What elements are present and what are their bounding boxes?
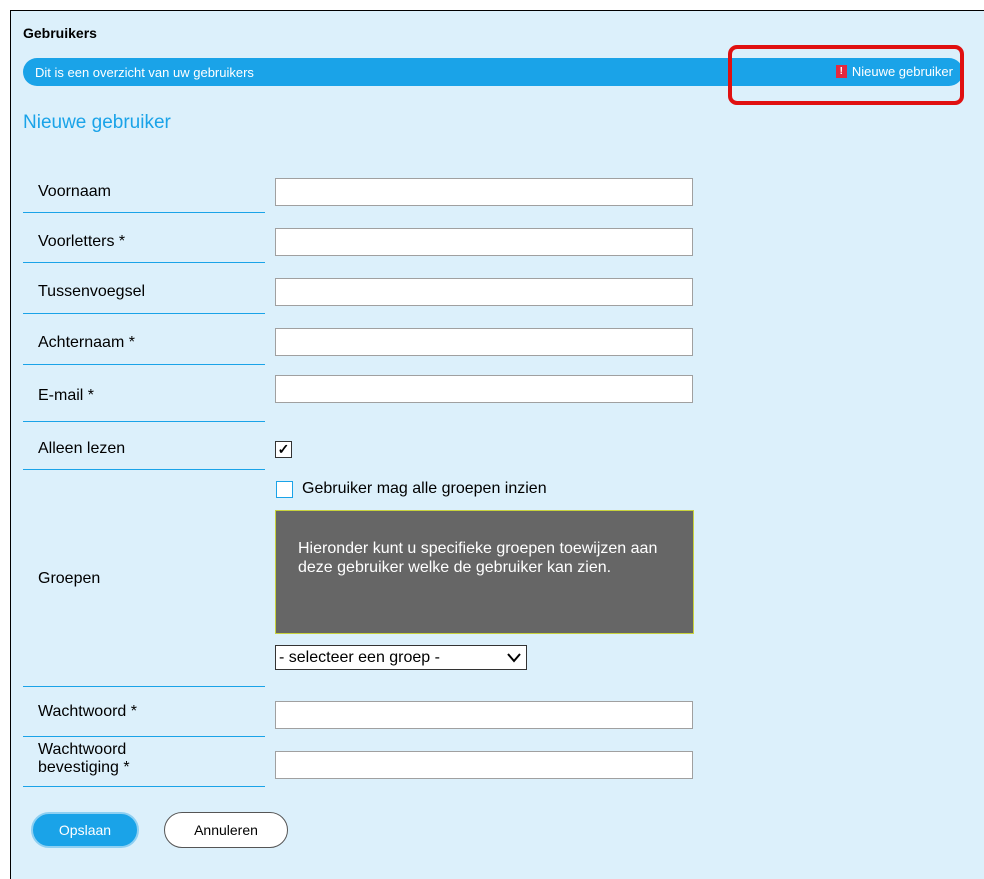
voorletters-input[interactable] <box>275 228 693 256</box>
groups-tooltip: Hieronder kunt u specifieke groepen toew… <box>275 510 694 634</box>
voornaam-input[interactable] <box>275 178 693 206</box>
page-title: Gebruikers <box>23 25 97 41</box>
email-input[interactable] <box>275 375 693 403</box>
wachtwoord-underline <box>23 736 265 737</box>
groepen-label: Groepen <box>38 570 101 587</box>
all-groups-checkbox[interactable] <box>276 481 293 498</box>
users-panel <box>10 10 984 879</box>
save-button[interactable]: Opslaan <box>31 812 139 848</box>
tussenvoegsel-input[interactable] <box>275 278 693 306</box>
voornaam-label: Voornaam <box>38 183 111 200</box>
tussenvoegsel-underline <box>23 313 265 314</box>
form-title: Nieuwe gebruiker <box>23 112 171 133</box>
email-label: E-mail * <box>38 387 95 404</box>
achternaam-input[interactable] <box>275 328 693 356</box>
achternaam-label: Achternaam * <box>38 334 135 351</box>
groups-tooltip-text: Hieronder kunt u specifieke groepen toew… <box>298 540 658 576</box>
email-underline <box>23 421 265 422</box>
alleen-lezen-label: Alleen lezen <box>38 440 126 457</box>
info-text: Dit is een overzicht van uw gebruikers <box>35 65 254 80</box>
voornaam-underline <box>23 212 265 213</box>
tussenvoegsel-label: Tussenvoegsel <box>38 283 146 300</box>
cancel-button[interactable]: Annuleren <box>164 812 288 848</box>
alleen-lezen-checkbox[interactable]: ✓ <box>275 441 292 458</box>
voorletters-label: Voorletters * <box>38 233 126 250</box>
wachtwoord-bevestiging-underline <box>23 786 265 787</box>
group-select-value: - selecteer een groep - <box>279 649 440 666</box>
groepen-underline <box>23 686 265 687</box>
alleen-lezen-underline <box>23 469 265 470</box>
wachtwoord-bevestiging-input[interactable] <box>275 751 693 779</box>
voorletters-underline <box>23 262 265 263</box>
wachtwoord-bevestiging-label-line2: bevestiging * <box>38 759 130 776</box>
group-select[interactable]: - selecteer een groep - <box>275 645 527 670</box>
chevron-down-icon <box>506 646 522 673</box>
wachtwoord-input[interactable] <box>275 701 693 729</box>
all-groups-label: Gebruiker mag alle groepen inzien <box>302 480 547 497</box>
wachtwoord-bevestiging-label: Wachtwoord bevestiging * <box>38 741 130 777</box>
wachtwoord-label: Wachtwoord * <box>38 703 137 720</box>
highlight-annotation <box>728 45 964 105</box>
wachtwoord-bevestiging-label-line1: Wachtwoord <box>38 741 127 758</box>
achternaam-underline <box>23 364 265 365</box>
